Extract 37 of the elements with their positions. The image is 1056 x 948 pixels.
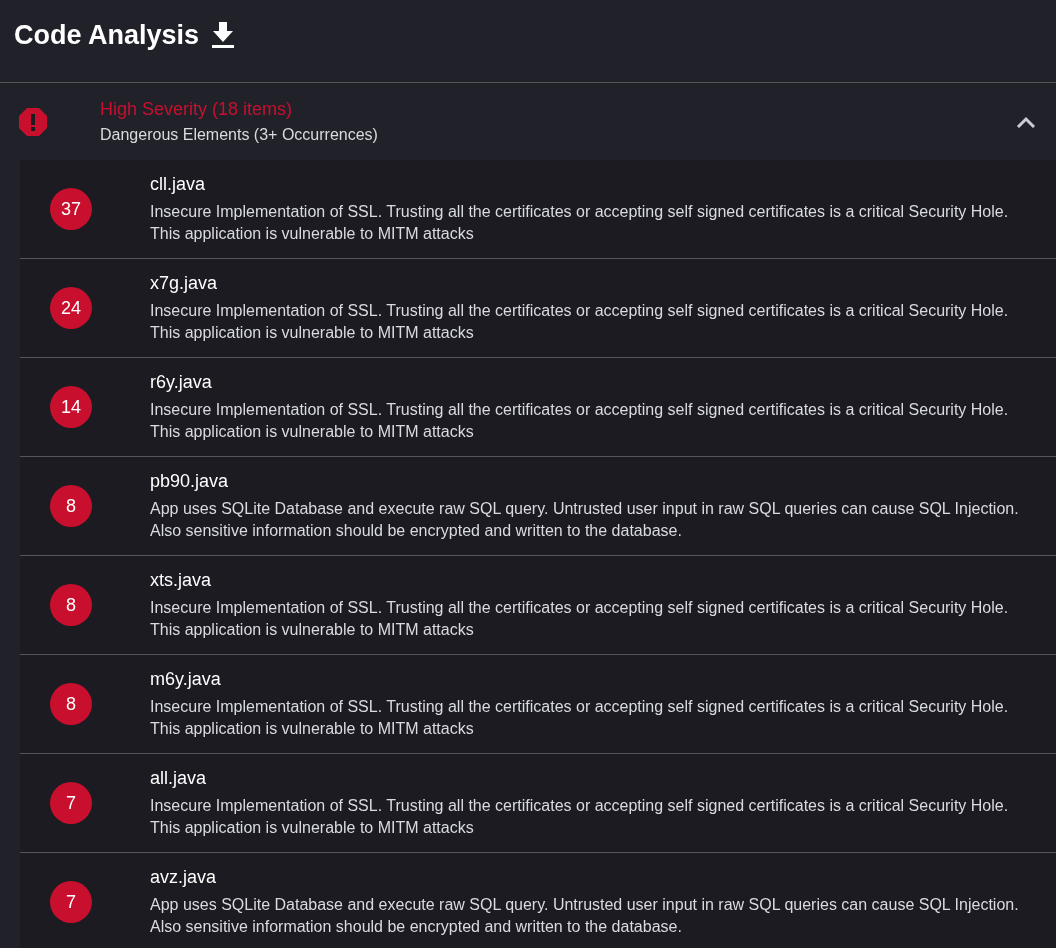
file-name: r6y.java bbox=[150, 371, 213, 393]
count-badge: 8 bbox=[50, 683, 92, 725]
finding-description: Insecure Implementation of SSL. Trusting all the certificates or accepting self signed certificates is a critical Security Hole. This application is vulnerable to MITM attacks bbox=[150, 696, 1010, 739]
finding-row[interactable]: 14 r6y.java Insecure Implementation of SSL. Trusting all the certificates or accepting self signed certificates is a critical Security Hole. This application is vulnerable to MITM attacks bbox=[20, 358, 1056, 457]
section-subtitle: Dangerous Elements (3+ Occurrences) bbox=[100, 126, 379, 144]
file-name: pb90.java bbox=[150, 470, 230, 492]
count-badge: 14 bbox=[50, 386, 92, 428]
count-badge: 7 bbox=[50, 881, 92, 923]
finding-row[interactable]: 8 m6y.java Insecure Implementation of SSL. Trusting all the certificates or accepting self signed certificates is a critical Security Hole. This application is vulnerable to MITM attacks bbox=[20, 655, 1056, 754]
count-badge: 7 bbox=[50, 782, 92, 824]
count-badge: 24 bbox=[50, 287, 92, 329]
file-name: x7g.java bbox=[150, 272, 219, 294]
finding-description: Insecure Implementation of SSL. Trusting all the certificates or accepting self signed certificates is a critical Security Hole. This application is vulnerable to MITM attacks bbox=[150, 300, 1010, 343]
file-name: avz.java bbox=[150, 866, 218, 888]
finding-row[interactable]: 7 all.java Insecure Implementation of SSL. Trusting all the certificates or accepting self signed certificates is a critical Security Hole. This application is vulnerable to MITM attacks bbox=[20, 754, 1056, 853]
finding-description: Insecure Implementation of SSL. Trusting all the certificates or accepting self signed certificates is a critical Security Hole. This application is vulnerable to MITM attacks bbox=[150, 795, 1010, 838]
file-name: cll.java bbox=[150, 173, 207, 195]
finding-row[interactable]: 37 cll.java Insecure Implementation of SSL. Trusting all the certificates or accepting self signed certificates is a critical Security Hole. This application is vulnerable to MITM attacks bbox=[20, 160, 1056, 259]
count-badge: 8 bbox=[50, 485, 92, 527]
finding-row[interactable]: 24 x7g.java Insecure Implementation of SSL. Trusting all the certificates or accepting self signed certificates is a critical Security Hole. This application is vulnerable to MITM attacks bbox=[20, 259, 1056, 358]
finding-row[interactable]: 8 xts.java Insecure Implementation of SSL. Trusting all the certificates or accepting self signed certificates is a critical Security Hole. This application is vulnerable to MITM attacks bbox=[20, 556, 1056, 655]
finding-description: Insecure Implementation of SSL. Trusting all the certificates or accepting self signed certificates is a critical Security Hole. This application is vulnerable to MITM attacks bbox=[150, 399, 1010, 442]
finding-description: App uses SQLite Database and execute raw SQL query. Untrusted user input in raw SQL queries can cause SQL Injection. Also sensitive information should be encrypted and written to the database. bbox=[150, 498, 1020, 541]
count-badge: 37 bbox=[50, 188, 92, 230]
download-icon[interactable] bbox=[211, 22, 236, 48]
finding-description: App uses SQLite Database and execute raw SQL query. Untrusted user input in raw SQL queries can cause SQL Injection. Also sensitive information should be encrypted and written to the database. bbox=[150, 894, 1020, 937]
count-badge: 8 bbox=[50, 584, 92, 626]
finding-description: Insecure Implementation of SSL. Trusting all the certificates or accepting self signed certificates is a critical Security Hole. This application is vulnerable to MITM attacks bbox=[150, 201, 1010, 244]
chevron-up-icon[interactable] bbox=[1016, 115, 1036, 128]
file-name: m6y.java bbox=[150, 668, 222, 690]
file-name: all.java bbox=[150, 767, 208, 789]
file-name: xts.java bbox=[150, 569, 213, 591]
section-header[interactable]: High Severity (18 items) Dangerous Elements (3+ Occurrences) bbox=[0, 83, 1056, 160]
section-title: High Severity (18 items) bbox=[100, 99, 294, 120]
warning-octagon-icon bbox=[18, 106, 48, 137]
page-title: Code Analysis bbox=[14, 19, 200, 51]
finding-description: Insecure Implementation of SSL. Trusting all the certificates or accepting self signed certificates is a critical Security Hole. This application is vulnerable to MITM attacks bbox=[150, 597, 1010, 640]
